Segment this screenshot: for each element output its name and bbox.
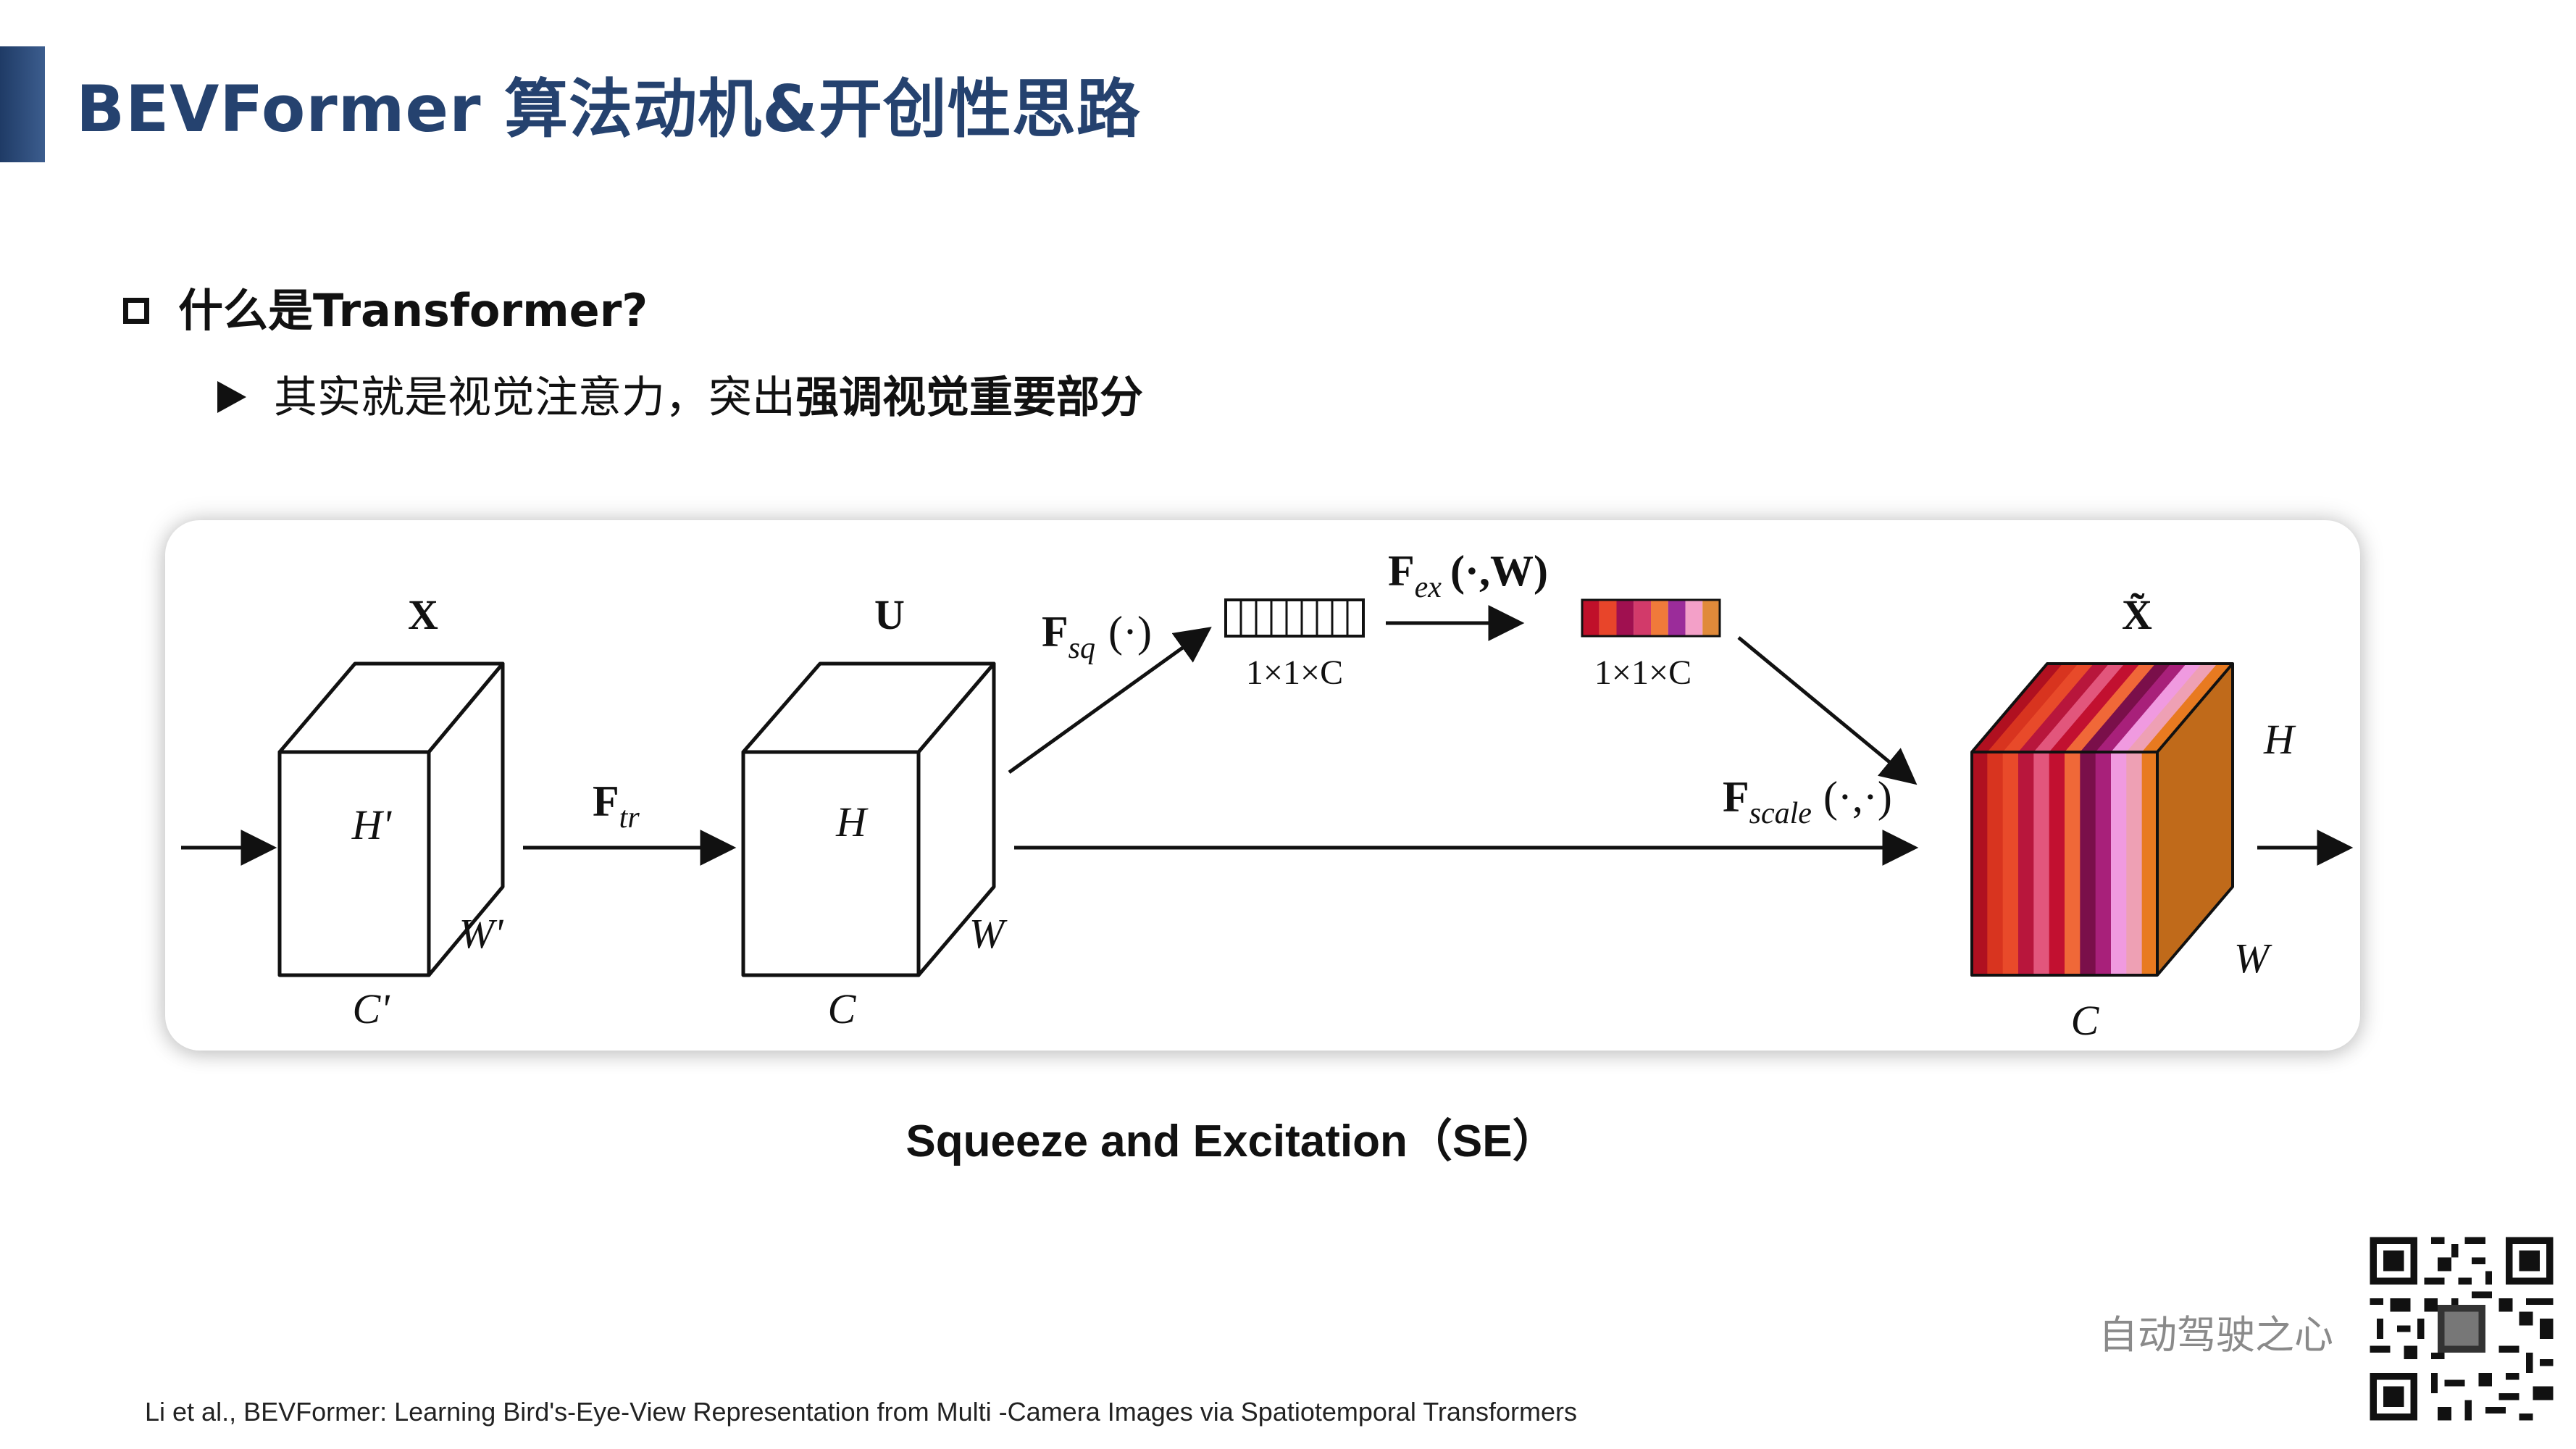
cube-x-channels-label: C' — [352, 985, 390, 1032]
excitation-label: Fex (·,W) — [1388, 547, 1548, 604]
brand-watermark: 自动驾驶之心 — [2099, 1312, 2333, 1358]
cube-out-width-label: W — [2234, 935, 2272, 982]
title-accent-bar — [0, 46, 45, 162]
cube-u-height-label: H — [835, 798, 869, 845]
bullet-heading-row: 什么是Transformer? — [123, 274, 648, 339]
output-front-slice — [1987, 752, 2004, 975]
squeeze-label: Fsq (·) — [1042, 608, 1152, 665]
cube-u-label: U — [874, 591, 905, 638]
excited-channel-cell — [1599, 600, 1617, 636]
excited-channel-cell — [1685, 600, 1703, 636]
excited-channel-cell — [1668, 600, 1686, 636]
sub-bullet-row: 其实就是视觉注意力，突出强调视觉重要部分 — [217, 362, 1143, 425]
output-front-slice — [2018, 752, 2034, 975]
cube-u-channels-label: C — [828, 985, 857, 1032]
output-front-slice — [2141, 752, 2158, 975]
cube-u-width-label: W — [969, 910, 1008, 957]
excited-channel-cell — [1702, 600, 1720, 636]
output-front-slice — [2095, 752, 2112, 975]
excited-channel-cell — [1651, 600, 1668, 636]
excited-channel-cell — [1634, 600, 1651, 636]
output-front-slice — [2111, 752, 2127, 975]
output-front-slice — [2065, 752, 2081, 975]
output-front-slice — [2049, 752, 2065, 975]
output-front-slice — [1972, 752, 1988, 975]
vector-excited — [1581, 598, 1721, 638]
sub-bullet-text: 其实就是视觉注意力，突出强调视觉重要部分 — [274, 362, 1143, 425]
transform-label: Ftr — [593, 777, 640, 835]
output-front-slice — [2033, 752, 2050, 975]
cube-x-label: X — [408, 591, 438, 638]
excited-channel-cell — [1582, 600, 1599, 636]
qr-code-icon — [2363, 1230, 2560, 1427]
se-diagram: X H' W' C' Ftr U H W C Fsq (·) 1×1×C Fex(… — [181, 547, 2354, 1044]
cube-out — [1970, 662, 2234, 977]
vector-squeezed — [1224, 598, 1365, 638]
sub-bullet-bold: 强调视觉重要部分 — [795, 372, 1143, 423]
cube-out-label: X̃ — [2122, 591, 2152, 638]
cube-out-channels-label: C — [2071, 997, 2100, 1044]
scale-label: Fscale (·,·) — [1723, 773, 1892, 830]
excited-channel-cell — [1616, 600, 1634, 636]
output-front-slice — [2002, 752, 2019, 975]
output-front-slice — [2126, 752, 2143, 975]
vector-excited-dims: 1×1×C — [1594, 653, 1691, 692]
diagram-caption: Squeeze and Excitation（SE） — [906, 1116, 1557, 1166]
vector-squeezed-dims: 1×1×C — [1246, 653, 1343, 692]
cube-out-height-label: H — [2263, 716, 2296, 763]
arrow-bullet-icon — [217, 380, 246, 413]
slide-title: BEVFormer 算法动机&开创性思路 — [76, 72, 1141, 146]
cube-u — [741, 661, 996, 977]
cube-x-height-label: H' — [351, 801, 393, 848]
sub-bullet-plain: 其实就是视觉注意力，突出 — [274, 372, 795, 423]
bullet-heading: 什么是Transformer? — [178, 284, 648, 337]
output-front-slice — [2080, 752, 2096, 975]
square-bullet-icon — [123, 298, 149, 324]
cube-x-width-label: W' — [459, 910, 504, 957]
citation-text: Li et al., BEVFormer: Learning Bird's-Ey… — [145, 1397, 1577, 1427]
scale-input-arrow — [1737, 636, 1918, 785]
se-diagram-card: X H' W' C' Ftr U H W C Fsq (·) 1×1×C Fex(… — [165, 520, 2360, 1051]
